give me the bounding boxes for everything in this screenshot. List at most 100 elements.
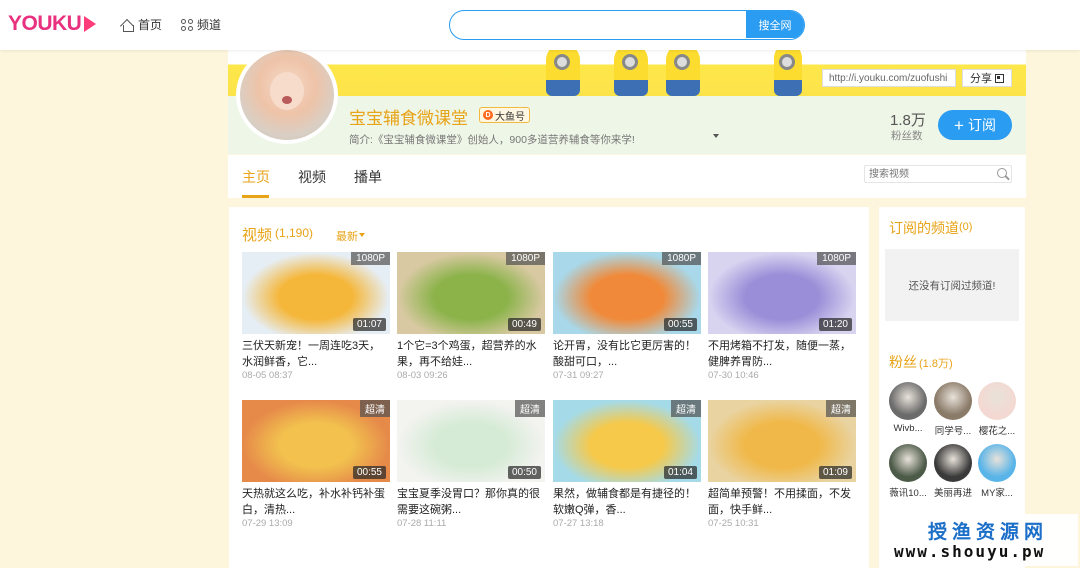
sort-dropdown[interactable]: 最新 <box>336 228 358 244</box>
dayu-icon: D <box>483 110 493 120</box>
video-thumbnail[interactable]: 1080P 00:55 <box>553 252 701 334</box>
channel-avatar[interactable] <box>236 46 338 144</box>
fan-item[interactable]: 薇讯10... <box>887 444 929 499</box>
video-duration: 01:04 <box>663 466 697 479</box>
quality-badge: 超清 <box>671 400 701 417</box>
video-title[interactable]: 论开胃，没有比它更厉害的！酸甜可口，... <box>553 338 701 370</box>
fans-label: 粉丝数 <box>891 130 923 142</box>
video-thumbnail[interactable]: 超清 01:09 <box>708 400 856 482</box>
video-thumbnail[interactable]: 超清 00:50 <box>397 400 545 482</box>
quality-badge: 1080P <box>506 252 545 265</box>
empty-subscriptions: 还没有订阅过频道! <box>885 249 1019 321</box>
tab-home[interactable]: 主页 <box>242 167 270 187</box>
subscribed-channels-title: 订阅的频道 <box>889 220 959 236</box>
search-all-button[interactable]: 搜全网 <box>746 11 804 38</box>
quality-badge: 超清 <box>515 400 545 417</box>
video-title[interactable]: 不用烤箱不打发，随便一蒸，健脾养胃防... <box>708 338 856 370</box>
channel-name[interactable]: 宝宝辅食微课堂 <box>349 104 468 129</box>
video-title[interactable]: 超简单预警！不用揉面，不发面，快手鲜... <box>708 486 856 518</box>
fans-section-title: 粉丝 <box>889 354 917 370</box>
watermark-en: www.shouyu.pw <box>894 542 1046 561</box>
fan-item[interactable]: MY家... <box>976 444 1018 499</box>
video-title[interactable]: 1个它=3个鸡蛋，超营养的水果，再不给娃... <box>397 338 545 370</box>
tab-video[interactable]: 视频 <box>298 167 326 187</box>
fan-name[interactable]: Wivb... <box>887 423 929 434</box>
video-thumbnail[interactable]: 超清 01:04 <box>553 400 701 482</box>
video-thumbnail[interactable]: 1080P 01:20 <box>708 252 856 334</box>
quality-badge: 1080P <box>817 252 856 265</box>
video-card[interactable]: 1080P 00:49 1个它=3个鸡蛋，超营养的水果，再不给娃... 08-03 0… <box>397 252 545 387</box>
video-card[interactable]: 超清 01:09 超简单预警！不用揉面，不发面，快手鲜... 07-25 10:31 <box>708 400 856 535</box>
search-input[interactable] <box>450 11 746 38</box>
fans-number: 1.8万 <box>890 112 926 129</box>
top-nav: YOUKU 首页 频道 搜全网 <box>0 0 1080 50</box>
channel-url[interactable]: http://i.youku.com/zuofushi <box>822 69 956 87</box>
video-duration: 01:09 <box>818 466 852 479</box>
avatar[interactable] <box>889 444 927 482</box>
quality-badge: 1080P <box>351 252 390 265</box>
sort-caret-icon[interactable] <box>359 233 365 237</box>
video-card[interactable]: 超清 01:04 果然，做辅食都是有捷径的！软嫩Q弹，香... 07-27 13:18 <box>553 400 701 535</box>
avatar[interactable] <box>934 382 972 420</box>
video-title[interactable]: 宝宝夏季没胃口？那你真的很需要这碗粥... <box>397 486 545 518</box>
fans-section-count: (1.8万) <box>919 358 953 370</box>
fan-item[interactable]: 樱花之... <box>976 382 1018 437</box>
search-bar: 搜全网 <box>449 10 805 40</box>
nav-home[interactable]: 首页 <box>121 16 162 33</box>
video-title[interactable]: 果然，做辅食都是有捷径的！软嫩Q弹，香... <box>553 486 701 518</box>
quality-badge: 1080P <box>662 252 701 265</box>
video-card[interactable]: 超清 00:55 天热就这么吃，补水补钙补蛋白，清热... 07-29 13:09 <box>242 400 390 535</box>
videos-section-title: 视频 <box>242 227 273 244</box>
video-card[interactable]: 1080P 01:20 不用烤箱不打发，随便一蒸，健脾养胃防... 07-30 10:… <box>708 252 856 387</box>
fan-item[interactable]: 美丽再进 <box>932 444 974 499</box>
video-date: 08-05 08:37 <box>242 370 293 381</box>
minion-illustration <box>546 50 580 96</box>
avatar[interactable] <box>889 382 927 420</box>
channel-intro: 简介:《宝宝辅食微课堂》创始人，900多道营养辅食等你来学! <box>349 134 635 146</box>
fan-name[interactable]: 樱花之... <box>976 423 1018 437</box>
video-date: 07-25 10:31 <box>708 518 759 529</box>
fan-item[interactable]: Wivb... <box>887 382 929 434</box>
watermark-cn: 授渔资源网 <box>928 521 1049 543</box>
tab-playlist[interactable]: 播单 <box>354 167 382 187</box>
video-date: 07-30 10:46 <box>708 370 759 381</box>
video-duration: 00:49 <box>507 318 541 331</box>
video-title[interactable]: 三伏天新宠！一周连吃3天，水润鲜香，它... <box>242 338 390 370</box>
video-card[interactable]: 1080P 01:07 三伏天新宠！一周连吃3天，水润鲜香，它... 08-05 08… <box>242 252 390 387</box>
fan-name[interactable]: MY家... <box>976 485 1018 499</box>
logo-play-icon <box>84 16 97 32</box>
nav-channels[interactable]: 频道 <box>181 16 221 33</box>
avatar[interactable] <box>978 444 1016 482</box>
dayu-badge: D 大鱼号 <box>479 107 530 123</box>
avatar[interactable] <box>978 382 1016 420</box>
video-duration: 00:55 <box>663 318 697 331</box>
subscribe-label: 订阅 <box>967 117 996 133</box>
minion-illustration <box>614 50 648 96</box>
site-watermark: 授渔资源网 www.shouyu.pw <box>888 514 1078 566</box>
logo-text: YOUKU <box>8 12 82 35</box>
videos-count: (1,190) <box>275 226 314 240</box>
search-icon[interactable] <box>997 168 1007 178</box>
youku-logo[interactable]: YOUKU <box>8 12 97 36</box>
video-card[interactable]: 超清 00:50 宝宝夏季没胃口？那你真的很需要这碗粥... 07-28 11:11 <box>397 400 545 535</box>
expand-caret-icon[interactable] <box>713 134 719 138</box>
video-search-input[interactable] <box>864 165 1012 183</box>
qr-code-icon <box>995 73 1004 83</box>
share-button[interactable]: 分享 <box>962 69 1012 87</box>
fan-name[interactable]: 同学号... <box>932 423 974 437</box>
video-card[interactable]: 1080P 00:55 论开胃，没有比它更厉害的！酸甜可口，... 07-31 09:… <box>553 252 701 387</box>
video-duration: 00:55 <box>352 466 386 479</box>
avatar[interactable] <box>934 444 972 482</box>
video-title[interactable]: 天热就这么吃，补水补钙补蛋白，清热... <box>242 486 390 518</box>
share-label: 分享 <box>970 73 992 85</box>
fan-name[interactable]: 薇讯10... <box>887 485 929 499</box>
active-tab-indicator <box>242 195 269 198</box>
video-thumbnail[interactable]: 1080P 00:49 <box>397 252 545 334</box>
quality-badge: 超清 <box>826 400 856 417</box>
subscribe-button[interactable]: + 订阅 <box>938 110 1012 140</box>
video-thumbnail[interactable]: 超清 00:55 <box>242 400 390 482</box>
video-thumbnail[interactable]: 1080P 01:07 <box>242 252 390 334</box>
fan-item[interactable]: 同学号... <box>932 382 974 437</box>
fan-name[interactable]: 美丽再进 <box>932 485 974 499</box>
video-date: 07-29 13:09 <box>242 518 293 529</box>
